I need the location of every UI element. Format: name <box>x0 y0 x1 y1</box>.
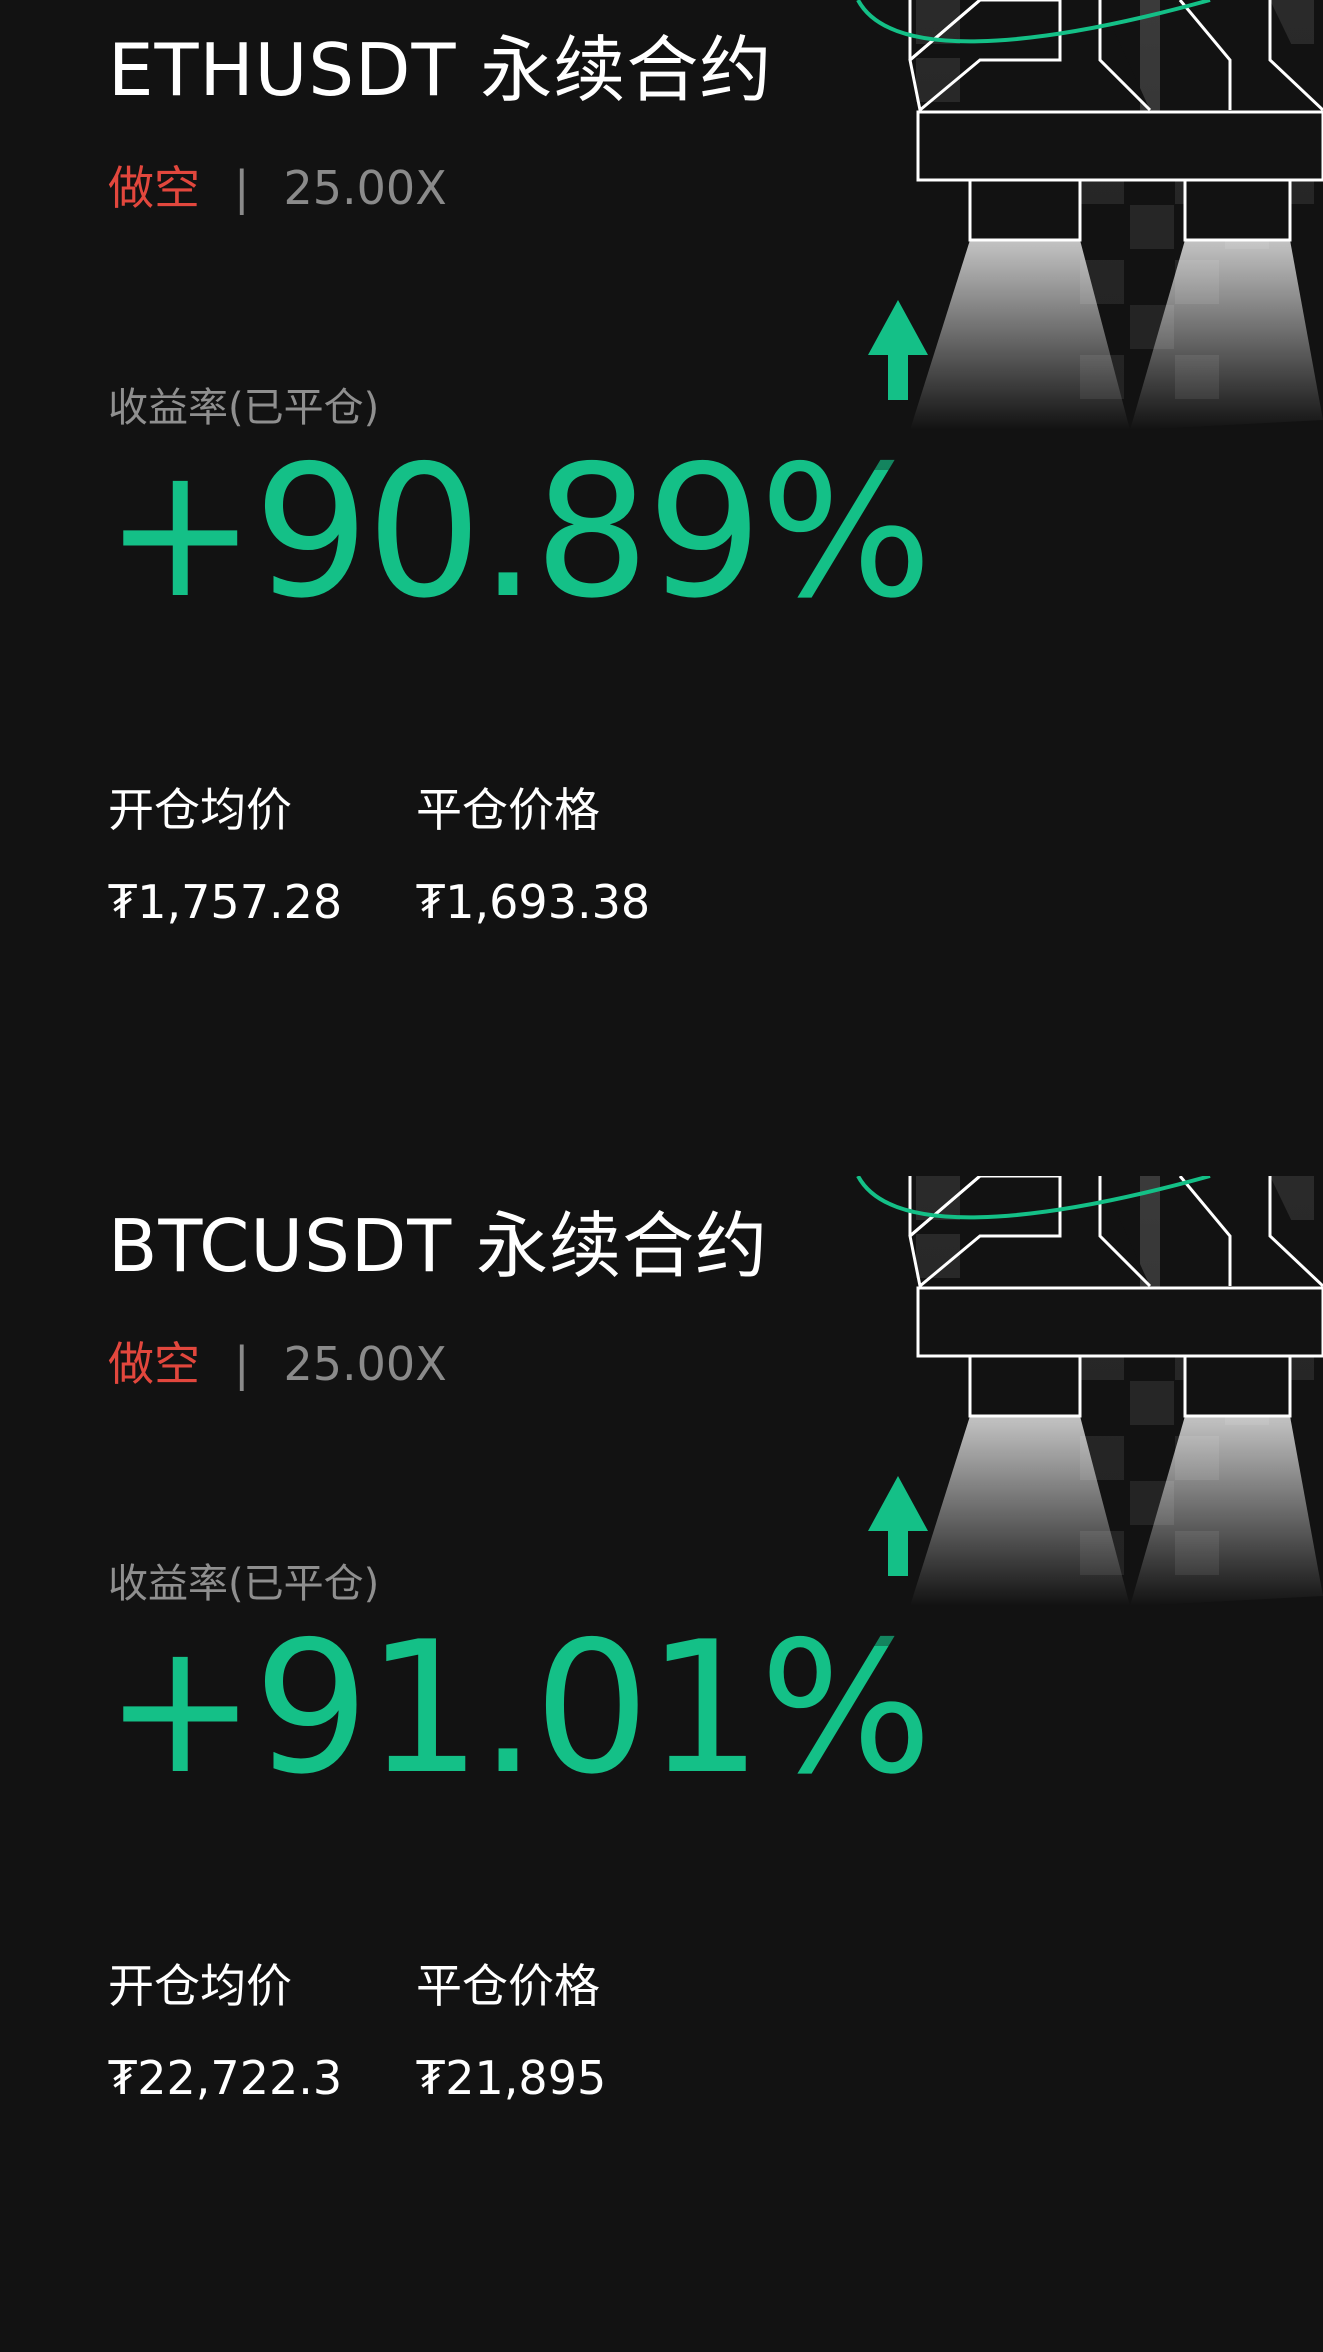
position-meta: 做空 | 25.00X <box>108 158 447 218</box>
open-price-value: ₮1,757.28 <box>108 875 343 929</box>
close-price-label: 平仓价格 <box>416 783 600 837</box>
close-price-value: ₮21,895 <box>416 2051 607 2105</box>
open-price-block: 开仓均价 ₮1,757.28 <box>108 780 342 932</box>
pnl-rate-value: +90.89% <box>104 426 932 638</box>
direction-label: 做空 <box>108 161 200 215</box>
contract-title: BTCUSDT 永续合约 <box>108 1204 769 1288</box>
rocket-illustration-icon <box>850 0 1323 470</box>
close-price-block: 平仓价格 ₮21,895 <box>416 1956 606 2108</box>
close-price-value: ₮1,693.38 <box>416 875 651 929</box>
meta-separator: | <box>234 1337 250 1391</box>
position-meta: 做空 | 25.00X <box>108 1334 447 1394</box>
rocket-illustration-icon <box>850 1176 1323 1646</box>
close-price-block: 平仓价格 ₮1,693.38 <box>416 780 650 932</box>
pnl-rate-value: +91.01% <box>104 1602 932 1814</box>
open-price-block: 开仓均价 ₮22,722.3 <box>108 1956 342 2108</box>
trade-result-card-btc: BTCUSDT 永续合约 做空 | 25.00X 收益率(已平仓) +91.01% … <box>0 1176 1323 2352</box>
contract-title: ETHUSDT 永续合约 <box>108 28 773 112</box>
close-price-label: 平仓价格 <box>416 1959 600 2013</box>
direction-label: 做空 <box>108 1337 200 1391</box>
leverage-label: 25.00X <box>283 1337 447 1391</box>
open-price-value: ₮22,722.3 <box>108 2051 343 2105</box>
trade-result-card-eth: ETHUSDT 永续合约 做空 | 25.00X 收益率(已平仓) +90.89% … <box>0 0 1323 1176</box>
open-price-label: 开仓均价 <box>108 1959 292 2013</box>
leverage-label: 25.00X <box>283 161 447 215</box>
open-price-label: 开仓均价 <box>108 783 292 837</box>
meta-separator: | <box>234 161 250 215</box>
